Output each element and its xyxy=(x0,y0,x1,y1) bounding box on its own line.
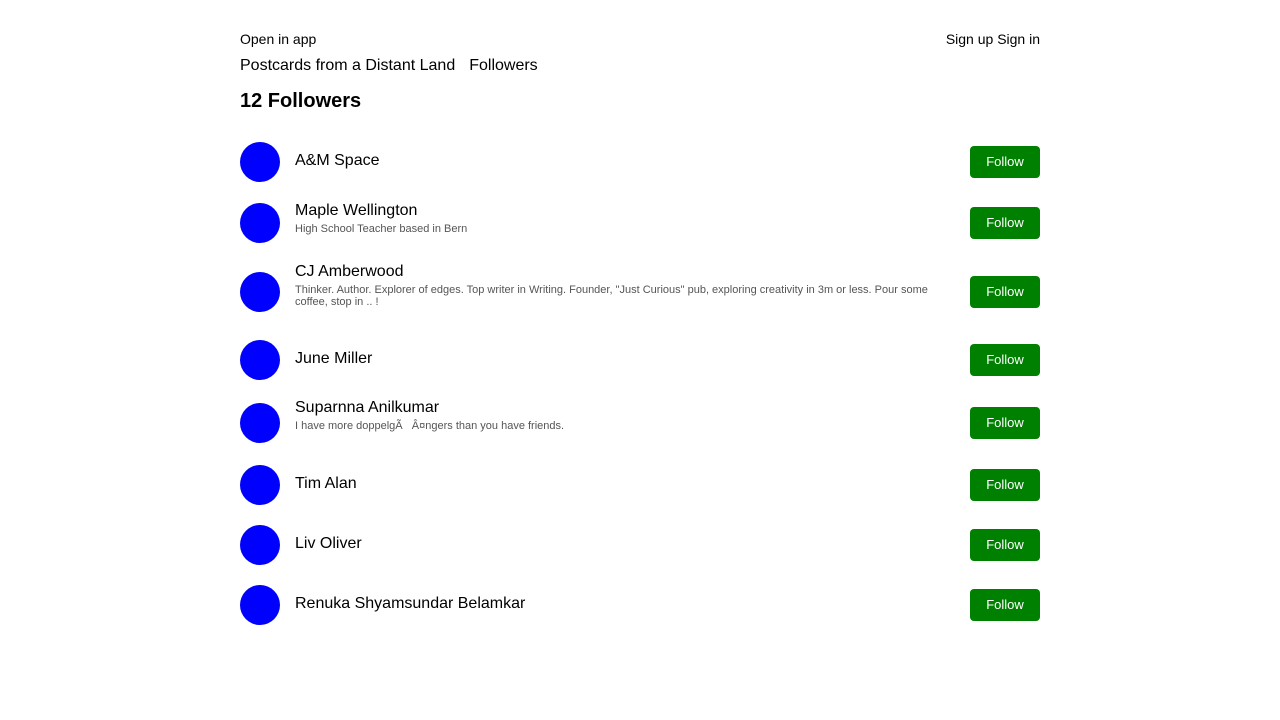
sign-in-link[interactable]: Sign in xyxy=(997,31,1040,47)
avatar[interactable] xyxy=(240,272,280,312)
follow-button[interactable]: Follow xyxy=(970,344,1040,376)
list-item: June Miller Follow xyxy=(240,338,1040,382)
follower-info: Liv Oliver xyxy=(295,534,960,554)
follow-button[interactable]: Follow xyxy=(970,407,1040,439)
followers-link[interactable]: Followers xyxy=(469,57,537,74)
avatar[interactable] xyxy=(240,585,280,625)
follower-name[interactable]: A&M Space xyxy=(295,151,960,171)
follower-name[interactable]: Liv Oliver xyxy=(295,534,960,554)
list-item: Renuka Shyamsundar Belamkar Follow xyxy=(240,583,1040,627)
follower-info: Maple Wellington High School Teacher bas… xyxy=(295,201,960,235)
avatar[interactable] xyxy=(240,525,280,565)
follower-info: A&M Space xyxy=(295,151,960,171)
follow-button[interactable]: Follow xyxy=(970,276,1040,308)
avatar[interactable] xyxy=(240,142,280,182)
follow-button[interactable]: Follow xyxy=(970,589,1040,621)
follower-info: Tim Alan xyxy=(295,474,960,494)
list-item: Liv Oliver Follow xyxy=(240,523,1040,567)
follower-bio: I have more doppelgÃ Â¤ngers than you ha… xyxy=(295,420,565,432)
list-item: Tim Alan Follow xyxy=(240,463,1040,507)
follower-info: June Miller xyxy=(295,349,960,369)
follower-bio: Thinker. Author. Explorer of edges. Top … xyxy=(295,284,928,308)
avatar[interactable] xyxy=(240,203,280,243)
follower-name[interactable]: June Miller xyxy=(295,349,960,369)
follower-name[interactable]: Maple Wellington xyxy=(295,201,960,221)
avatar[interactable] xyxy=(240,465,280,505)
avatar[interactable] xyxy=(240,403,280,443)
publication-link[interactable]: Postcards from a Distant Land xyxy=(240,57,455,74)
follower-bio: High School Teacher based in Bern xyxy=(295,223,468,235)
follower-info: Suparnna Anilkumar I have more doppelgÃ … xyxy=(295,398,960,432)
avatar[interactable] xyxy=(240,340,280,380)
follower-name[interactable]: Tim Alan xyxy=(295,474,960,494)
follower-info: CJ Amberwood Thinker. Author. Explorer o… xyxy=(295,262,960,308)
follower-info: Renuka Shyamsundar Belamkar xyxy=(295,594,960,614)
auth-links: Sign up Sign in xyxy=(946,30,1040,48)
breadcrumb: Postcards from a Distant Land Followers xyxy=(240,56,538,76)
list-item: A&M Space Follow xyxy=(240,140,1040,184)
top-bar: Open in app Sign up Sign in xyxy=(240,30,1040,48)
follow-button[interactable]: Follow xyxy=(970,207,1040,239)
list-item: Suparnna Anilkumar I have more doppelgÃ … xyxy=(240,398,1040,444)
follow-button[interactable]: Follow xyxy=(970,469,1040,501)
sign-up-link[interactable]: Sign up xyxy=(946,31,993,47)
follower-name[interactable]: CJ Amberwood xyxy=(295,262,960,282)
list-item: Maple Wellington High School Teacher bas… xyxy=(240,201,1040,245)
follow-button[interactable]: Follow xyxy=(970,146,1040,178)
list-item: CJ Amberwood Thinker. Author. Explorer o… xyxy=(240,262,1040,322)
follower-name[interactable]: Suparnna Anilkumar xyxy=(295,398,960,418)
open-in-app-link[interactable]: Open in app xyxy=(240,30,316,48)
follower-name[interactable]: Renuka Shyamsundar Belamkar xyxy=(295,594,960,614)
follow-button[interactable]: Follow xyxy=(970,529,1040,561)
page-title: 12 Followers xyxy=(240,90,362,112)
